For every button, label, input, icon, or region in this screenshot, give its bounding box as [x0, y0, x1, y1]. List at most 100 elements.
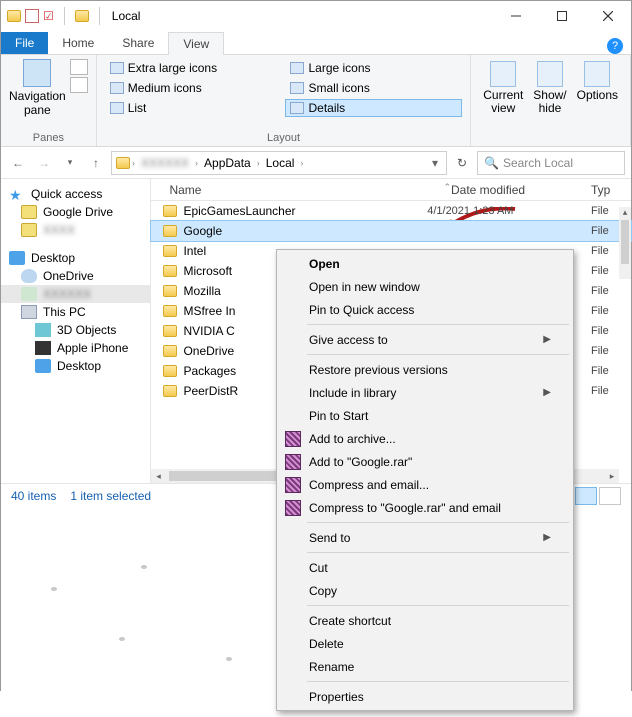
navigation-sidebar: ★Quick access Google Drive XXXX Desktop …	[1, 179, 151, 483]
current-view-button[interactable]: Current view	[479, 59, 527, 117]
layout-list[interactable]: List	[105, 99, 282, 117]
minimize-button[interactable]	[493, 1, 539, 31]
close-button[interactable]	[585, 1, 631, 31]
tab-view[interactable]: View	[168, 32, 224, 55]
chevron-right-icon[interactable]: ›	[257, 158, 260, 168]
navigation-pane-button[interactable]: Navigation pane	[9, 59, 66, 118]
ctx-separator	[307, 681, 569, 682]
sidebar-item-3d-objects[interactable]: 3D Objects	[1, 321, 150, 339]
options-button[interactable]: Options	[573, 59, 622, 117]
refresh-button[interactable]: ↻	[451, 152, 473, 174]
scroll-right-icon[interactable]: ▸	[605, 471, 619, 482]
folder-icon	[163, 365, 177, 377]
back-button[interactable]: ←	[7, 152, 29, 174]
layout-md-icon	[110, 82, 124, 94]
address-dropdown[interactable]: ▾	[428, 156, 442, 170]
layout-extra-large[interactable]: Extra large icons	[105, 59, 282, 77]
ctx-properties[interactable]: Properties	[279, 685, 571, 708]
ctx-separator	[307, 605, 569, 606]
tab-share[interactable]: Share	[108, 32, 168, 54]
desktop-icon	[35, 359, 51, 373]
file-row[interactable]: GoogleFile	[151, 221, 631, 241]
layout-small[interactable]: Small icons	[285, 79, 462, 97]
sidebar-item-this-pc[interactable]: This PC	[1, 303, 150, 321]
status-item-count: 40 items	[11, 489, 56, 503]
layout-details[interactable]: Details	[285, 99, 462, 117]
breadcrumb-user[interactable]: XXXXXX	[137, 156, 193, 170]
recent-button[interactable]: ▾	[59, 152, 81, 174]
file-name: MSfree In	[183, 304, 235, 318]
search-input[interactable]: 🔍 Search Local	[477, 151, 625, 175]
chevron-right-icon[interactable]: ›	[132, 158, 135, 168]
scroll-left-icon[interactable]: ◂	[151, 471, 165, 482]
sidebar-item-desktop-2[interactable]: Desktop	[1, 357, 150, 375]
tab-home[interactable]: Home	[48, 32, 108, 54]
show-hide-button[interactable]: Show/ hide	[529, 59, 570, 117]
ctx-restore-versions[interactable]: Restore previous versions	[279, 358, 571, 381]
qat-icon-1[interactable]	[25, 9, 39, 23]
breadcrumb-local[interactable]: Local	[262, 156, 299, 170]
ctx-delete[interactable]: Delete	[279, 632, 571, 655]
column-type[interactable]: Typ	[591, 183, 625, 197]
scrollbar-thumb[interactable]	[621, 220, 629, 264]
ctx-separator	[307, 324, 569, 325]
ctx-rename[interactable]: Rename	[279, 655, 571, 678]
sidebar-item-google-drive[interactable]: Google Drive	[1, 203, 150, 221]
sidebar-item-onedrive[interactable]: OneDrive	[1, 267, 150, 285]
ctx-include-library[interactable]: Include in library▶	[279, 381, 571, 404]
ctx-open[interactable]: Open	[279, 252, 571, 275]
sidebar-label: 3D Objects	[57, 323, 116, 337]
sidebar-label: Desktop	[31, 251, 75, 265]
qat-folder-icon[interactable]	[75, 10, 89, 22]
ribbon-tabs: File Home Share View ?	[1, 31, 631, 55]
ctx-copy[interactable]: Copy	[279, 579, 571, 602]
details-view-toggle[interactable]	[575, 487, 597, 505]
help-icon[interactable]: ?	[607, 38, 623, 54]
sidebar-item-quick-access[interactable]: ★Quick access	[1, 185, 150, 203]
ctx-cut[interactable]: Cut	[279, 556, 571, 579]
details-pane-button[interactable]	[70, 77, 88, 93]
vertical-scrollbar[interactable]: ▴	[619, 207, 631, 279]
sidebar-item-desktop[interactable]: Desktop	[1, 249, 150, 267]
sidebar-item-apple-iphone[interactable]: Apple iPhone	[1, 339, 150, 357]
chevron-right-icon[interactable]: ›	[195, 158, 198, 168]
ctx-open-new-window[interactable]: Open in new window	[279, 275, 571, 298]
ctx-label: Create shortcut	[309, 614, 391, 628]
scrollbar-thumb[interactable]	[169, 471, 289, 481]
ctx-add-google-rar[interactable]: Add to "Google.rar"	[279, 450, 571, 473]
sidebar-item-user[interactable]: XXXXXX	[1, 285, 150, 303]
context-menu: Open Open in new window Pin to Quick acc…	[276, 249, 574, 711]
thumbnails-view-toggle[interactable]	[599, 487, 621, 505]
onedrive-icon	[21, 269, 37, 283]
layout-large[interactable]: Large icons	[285, 59, 462, 77]
ctx-create-shortcut[interactable]: Create shortcut	[279, 609, 571, 632]
column-date[interactable]: Date modified	[451, 183, 591, 197]
ctx-add-archive[interactable]: Add to archive...	[279, 427, 571, 450]
layout-medium[interactable]: Medium icons	[105, 79, 282, 97]
up-button[interactable]: ↑	[85, 152, 107, 174]
layout-sm-icon	[290, 82, 304, 94]
sidebar-item-blurred[interactable]: XXXX	[1, 221, 150, 239]
ctx-compress-email[interactable]: Compress and email...	[279, 473, 571, 496]
ctx-pin-start[interactable]: Pin to Start	[279, 404, 571, 427]
tab-file[interactable]: File	[1, 32, 48, 54]
search-icon: 🔍	[484, 156, 499, 170]
ctx-compress-rar-email[interactable]: Compress to "Google.rar" and email	[279, 496, 571, 519]
file-name: PeerDistR	[183, 384, 238, 398]
preview-pane-button[interactable]	[70, 59, 88, 75]
qat-icon-check[interactable]: ☑	[43, 9, 54, 23]
breadcrumb-appdata[interactable]: AppData	[200, 156, 255, 170]
maximize-button[interactable]	[539, 1, 585, 31]
chevron-right-icon[interactable]: ›	[300, 158, 303, 168]
layout-xl-label: Extra large icons	[128, 61, 217, 75]
ctx-pin-quick-access[interactable]: Pin to Quick access	[279, 298, 571, 321]
column-name[interactable]: Name	[151, 183, 391, 197]
ctx-label: Add to "Google.rar"	[309, 455, 412, 469]
ribbon-group-views: Current view Show/ hide Options	[471, 55, 631, 146]
file-row[interactable]: EpicGamesLauncher4/1/2021 1:23 AMFile	[151, 201, 631, 221]
sidebar-label: OneDrive	[43, 269, 94, 283]
ctx-give-access-to[interactable]: Give access to▶	[279, 328, 571, 351]
ctx-send-to[interactable]: Send to▶	[279, 526, 571, 549]
address-bar[interactable]: › XXXXXX › AppData › Local › ▾	[111, 151, 447, 175]
forward-button[interactable]: →	[33, 152, 55, 174]
